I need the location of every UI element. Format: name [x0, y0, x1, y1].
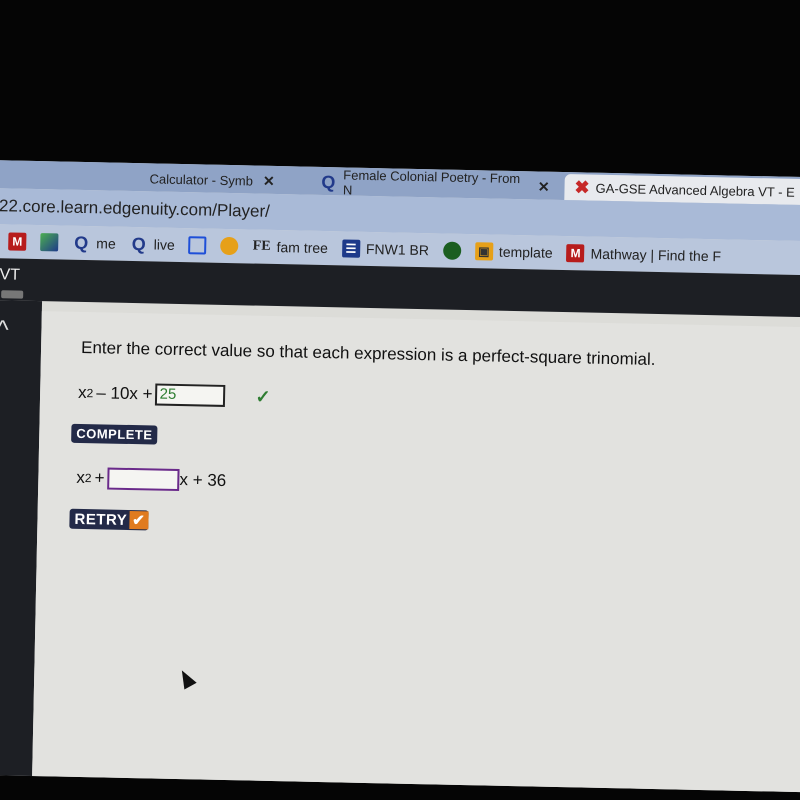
- quizlet-icon: Q: [321, 171, 336, 193]
- bookmark-m[interactable]: M: [8, 232, 27, 251]
- layout-icon: [188, 236, 207, 255]
- url-text: 22.core.learn.edgenuity.com/Player/: [0, 196, 271, 221]
- list-icon: ☰: [341, 239, 361, 258]
- bookmark-label: live: [153, 236, 175, 253]
- status-badge-complete: COMPLETE: [71, 423, 158, 445]
- expr-term: – 10x +: [96, 383, 153, 404]
- bookmark-me[interactable]: Qme: [72, 232, 116, 254]
- collapse-up-icon[interactable]: ^: [0, 314, 9, 345]
- retry-check-icon: ✔: [129, 510, 149, 530]
- bookmark-chat[interactable]: [442, 241, 462, 260]
- shield-icon: [220, 236, 239, 256]
- retry-label: RETRY: [74, 510, 128, 529]
- bookmark-fam-tree[interactable]: FE fam tree: [253, 239, 329, 257]
- retry-button[interactable]: RETRY ✔: [69, 508, 149, 531]
- tab-label: GA-GSE Advanced Algebra VT - E: [595, 180, 795, 200]
- screen: Calculator - Symb ✕ Q Female Colonial Po…: [0, 160, 800, 793]
- close-icon[interactable]: ✕: [538, 178, 550, 195]
- bookmark-maps[interactable]: [40, 233, 59, 252]
- course-title: VT: [0, 266, 21, 284]
- expr-exponent: 2: [86, 386, 94, 401]
- bookmark-template[interactable]: ▣ template: [474, 242, 553, 262]
- bookmark-layout[interactable]: [188, 236, 207, 255]
- expression-2: x2 + x + 36: [76, 467, 226, 492]
- answer-input-2[interactable]: [107, 467, 180, 492]
- bookmark-label: me: [96, 235, 116, 252]
- expr-exponent: 2: [84, 471, 92, 486]
- tab-label: Calculator - Symb: [149, 170, 254, 189]
- close-icon[interactable]: ✕: [263, 172, 275, 189]
- fe-icon: FE: [252, 238, 271, 254]
- bookmark-fnw1[interactable]: ☰ FNW1 BR: [341, 239, 430, 259]
- bookmark-mathway[interactable]: M Mathway | Find the F: [566, 244, 721, 265]
- question-prompt: Enter the correct value so that each exp…: [80, 337, 656, 369]
- bookmark-label: template: [498, 243, 553, 261]
- mcgraw-icon: M: [8, 232, 27, 251]
- correct-check-icon: ✓: [255, 386, 271, 407]
- mathway-icon: M: [566, 244, 585, 263]
- contact-icon: ▣: [474, 242, 494, 261]
- maps-icon: [40, 233, 59, 252]
- question-panel: Enter the correct value so that each exp…: [32, 311, 800, 793]
- bookmark-live[interactable]: Qlive: [130, 233, 175, 255]
- expression-1: x2 – 10x + 25 ✓: [78, 382, 271, 408]
- keyboard-icon[interactable]: [1, 290, 24, 299]
- bookmark-label: fam tree: [276, 239, 329, 257]
- quizlet-icon: Q: [74, 232, 89, 254]
- bookmark-shield[interactable]: [220, 236, 239, 256]
- bookmark-label: FNW1 BR: [365, 240, 430, 259]
- tab-calculator[interactable]: Calculator - Symb ✕: [139, 165, 300, 194]
- answer-input-1[interactable]: 25: [155, 383, 226, 407]
- bookmark-label: Mathway | Find the F: [590, 245, 722, 265]
- chat-icon: [442, 241, 462, 260]
- expr-term: x + 36: [179, 470, 227, 491]
- mouse-cursor-icon: [175, 666, 197, 690]
- edgenuity-icon: ✖: [574, 176, 590, 198]
- expr-term: +: [94, 468, 105, 488]
- quizlet-icon: Q: [131, 233, 146, 255]
